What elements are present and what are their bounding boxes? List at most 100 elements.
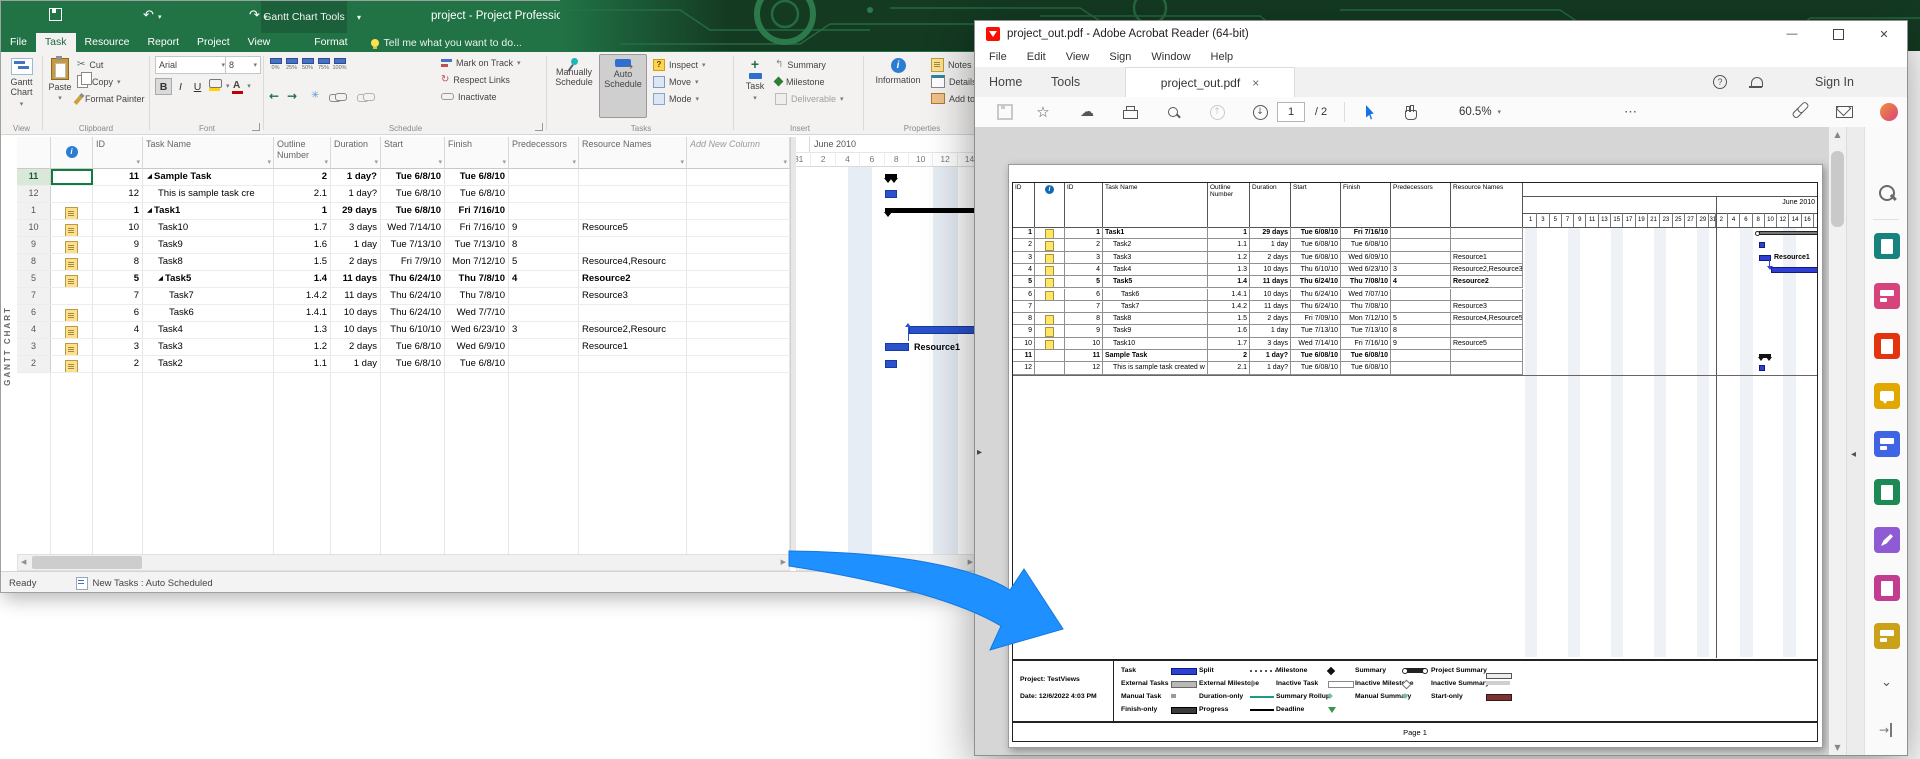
table-row[interactable]: 44Task41.310 daysThu 6/10/10Wed 6/23/103… (17, 322, 790, 339)
more-tools-icon[interactable]: ⋯ (1619, 97, 1643, 127)
expand-left-panel-icon[interactable]: ▸ (977, 447, 982, 458)
table-row[interactable]: 88Task81.52 daysFri 7/9/10Mon 7/12/105Re… (17, 254, 790, 271)
share-link-icon[interactable] (1787, 97, 1809, 127)
print-icon[interactable] (1119, 97, 1141, 127)
menu-edit[interactable]: Edit (1017, 51, 1056, 63)
auto-schedule-button[interactable]: Auto Schedule (599, 54, 647, 118)
customize-qat-icon[interactable]: ▾ (357, 11, 361, 24)
page-up-icon[interactable]: ↑ (1207, 97, 1227, 127)
email-icon[interactable] (1833, 97, 1855, 127)
close-button[interactable]: ✕ (1861, 21, 1907, 47)
column-header-add-new-column[interactable]: Add New Column▾ (687, 137, 790, 169)
menu-view[interactable]: View (1056, 51, 1100, 63)
page-number-input[interactable]: 1 (1277, 102, 1305, 122)
table-row[interactable]: 1111◢Sample Task21 day?Tue 6/8/10Tue 6/8… (17, 169, 790, 186)
tell-me-box[interactable]: Tell me what you want to do... (357, 33, 522, 52)
minimize-button[interactable]: — (1769, 21, 1815, 47)
row-number-cell[interactable]: 3 (17, 339, 51, 355)
mode-button[interactable]: Mode▾ (653, 91, 699, 106)
search-tools-icon[interactable] (1874, 180, 1900, 206)
tab-view[interactable]: View (239, 33, 280, 52)
select-tool-icon[interactable] (1361, 97, 1381, 127)
font-dialog-launcher-icon[interactable] (252, 123, 260, 131)
organize-pages-icon[interactable] (1874, 283, 1900, 309)
fill-sign-icon[interactable] (1874, 527, 1900, 553)
filter-icon[interactable]: ▾ (267, 158, 271, 166)
copy-button[interactable]: Copy▾ (77, 74, 121, 89)
menu-sign[interactable]: Sign (1099, 51, 1141, 63)
underline-button[interactable]: U (189, 78, 206, 95)
save-icon[interactable] (49, 8, 62, 21)
row-number-cell[interactable]: 9 (17, 237, 51, 253)
details-button[interactable]: Details (931, 74, 976, 89)
font-family-select[interactable]: Arial▾ (155, 56, 229, 74)
menu-help[interactable]: Help (1201, 51, 1244, 63)
add-to-timeline-button[interactable]: Add to Timeline (931, 91, 976, 106)
insert-summary-button[interactable]: ↰Summary (775, 57, 826, 72)
new-tasks-mode-button[interactable]: New Tasks : Auto Scheduled (76, 577, 212, 590)
column-header-predecessors[interactable]: Predecessors▾ (509, 137, 579, 169)
split-task-icon[interactable]: ✳ (311, 88, 319, 103)
background-color-button[interactable]: ▾ (209, 78, 230, 93)
more-tools-chevron-icon[interactable]: ⌄ (1881, 675, 1892, 690)
column-header-duration[interactable]: Duration▾ (331, 137, 381, 169)
notes-button[interactable]: Notes (931, 57, 972, 72)
vertical-scrollbar[interactable]: ▲ ▼ (1829, 127, 1846, 755)
filter-icon[interactable]: ▾ (438, 158, 442, 166)
filter-icon[interactable]: ▾ (783, 158, 787, 166)
column-header-info[interactable]: i (51, 137, 93, 169)
sign-in-button[interactable]: Sign In (1801, 67, 1868, 97)
collapse-right-panel-icon[interactable]: ◂ (1851, 449, 1856, 460)
column-header-start[interactable]: Start▾ (381, 137, 445, 169)
format-painter-button[interactable]: Format Painter (77, 91, 145, 106)
filter-icon[interactable]: ▾ (680, 158, 684, 166)
table-row[interactable]: 99Task91.61 dayTue 7/13/10Tue 7/13/108 (17, 237, 790, 254)
inspect-button[interactable]: ?Inspect▾ (653, 57, 706, 72)
manually-schedule-button[interactable]: Manually Schedule (551, 54, 597, 118)
insert-deliverable-button[interactable]: Deliverable▾ (775, 91, 844, 106)
scrollbar-thumb[interactable] (811, 556, 871, 569)
measure-icon[interactable] (1874, 623, 1900, 649)
tab-resource[interactable]: Resource (76, 33, 139, 52)
gantt-horizontal-scrollbar[interactable]: ◀▶ (796, 554, 976, 571)
export-pdf-icon[interactable] (1874, 233, 1900, 259)
stamp-icon[interactable] (1874, 479, 1900, 505)
cloud-upload-icon[interactable]: ☁ (1075, 97, 1099, 127)
cut-button[interactable]: ✂Cut (77, 57, 103, 72)
create-pdf-icon[interactable] (1874, 333, 1900, 359)
tab-project[interactable]: Project (188, 33, 239, 52)
help-icon[interactable]: ? (1713, 67, 1727, 97)
gantt-chart-button[interactable]: Gantt Chart▾ (3, 54, 40, 118)
column-header-finish[interactable]: Finish▾ (445, 137, 509, 169)
column-header-outline-number[interactable]: Outline Number▾ (274, 137, 331, 169)
font-size-select[interactable]: 8▾ (225, 56, 261, 74)
mark-on-track-button[interactable]: Mark on Track▾ (441, 55, 521, 70)
gantt-view-shortcut-icon[interactable] (906, 575, 926, 592)
insert-milestone-button[interactable]: Milestone (775, 74, 825, 89)
inactivate-button[interactable]: Inactivate (441, 89, 497, 104)
right-panel-toggle-strip[interactable]: ◂ (1846, 127, 1865, 755)
column-header-resource-names[interactable]: Resource Names▾ (579, 137, 687, 169)
row-number-cell[interactable]: 8 (17, 254, 51, 270)
row-number-cell[interactable]: 1 (17, 203, 51, 219)
table-row[interactable]: 1212This is sample task cre2.11 day?Tue … (17, 186, 790, 203)
panel-arrow-icon[interactable]: → (1879, 723, 1892, 737)
bold-button[interactable]: B (155, 78, 172, 95)
percent-complete-25-button[interactable]: 25% (284, 55, 299, 75)
scrollbar-thumb[interactable] (1831, 151, 1844, 227)
tab-document[interactable]: project_out.pdf × (1125, 67, 1295, 97)
hand-tool-icon[interactable] (1401, 97, 1421, 127)
percent-complete-0-button[interactable]: 0% (268, 55, 283, 75)
insert-task-button[interactable]: + Task▾ (739, 54, 771, 118)
table-row[interactable]: 1010Task101.73 daysWed 7/14/10Fri 7/16/1… (17, 220, 790, 237)
outdent-task-button[interactable]: ← (269, 88, 279, 103)
row-number-cell[interactable]: 5 (17, 271, 51, 287)
save-icon[interactable] (995, 97, 1015, 127)
usage-view-shortcut-icon[interactable] (934, 575, 954, 592)
column-header-task-name[interactable]: Task Name▾ (143, 137, 274, 169)
row-number-cell[interactable]: 2 (17, 356, 51, 372)
unlink-tasks-button[interactable] (357, 90, 369, 105)
respect-links-button[interactable]: ↻Respect Links (441, 72, 510, 87)
row-number-cell[interactable]: 6 (17, 305, 51, 321)
filter-icon[interactable]: ▾ (136, 158, 140, 166)
